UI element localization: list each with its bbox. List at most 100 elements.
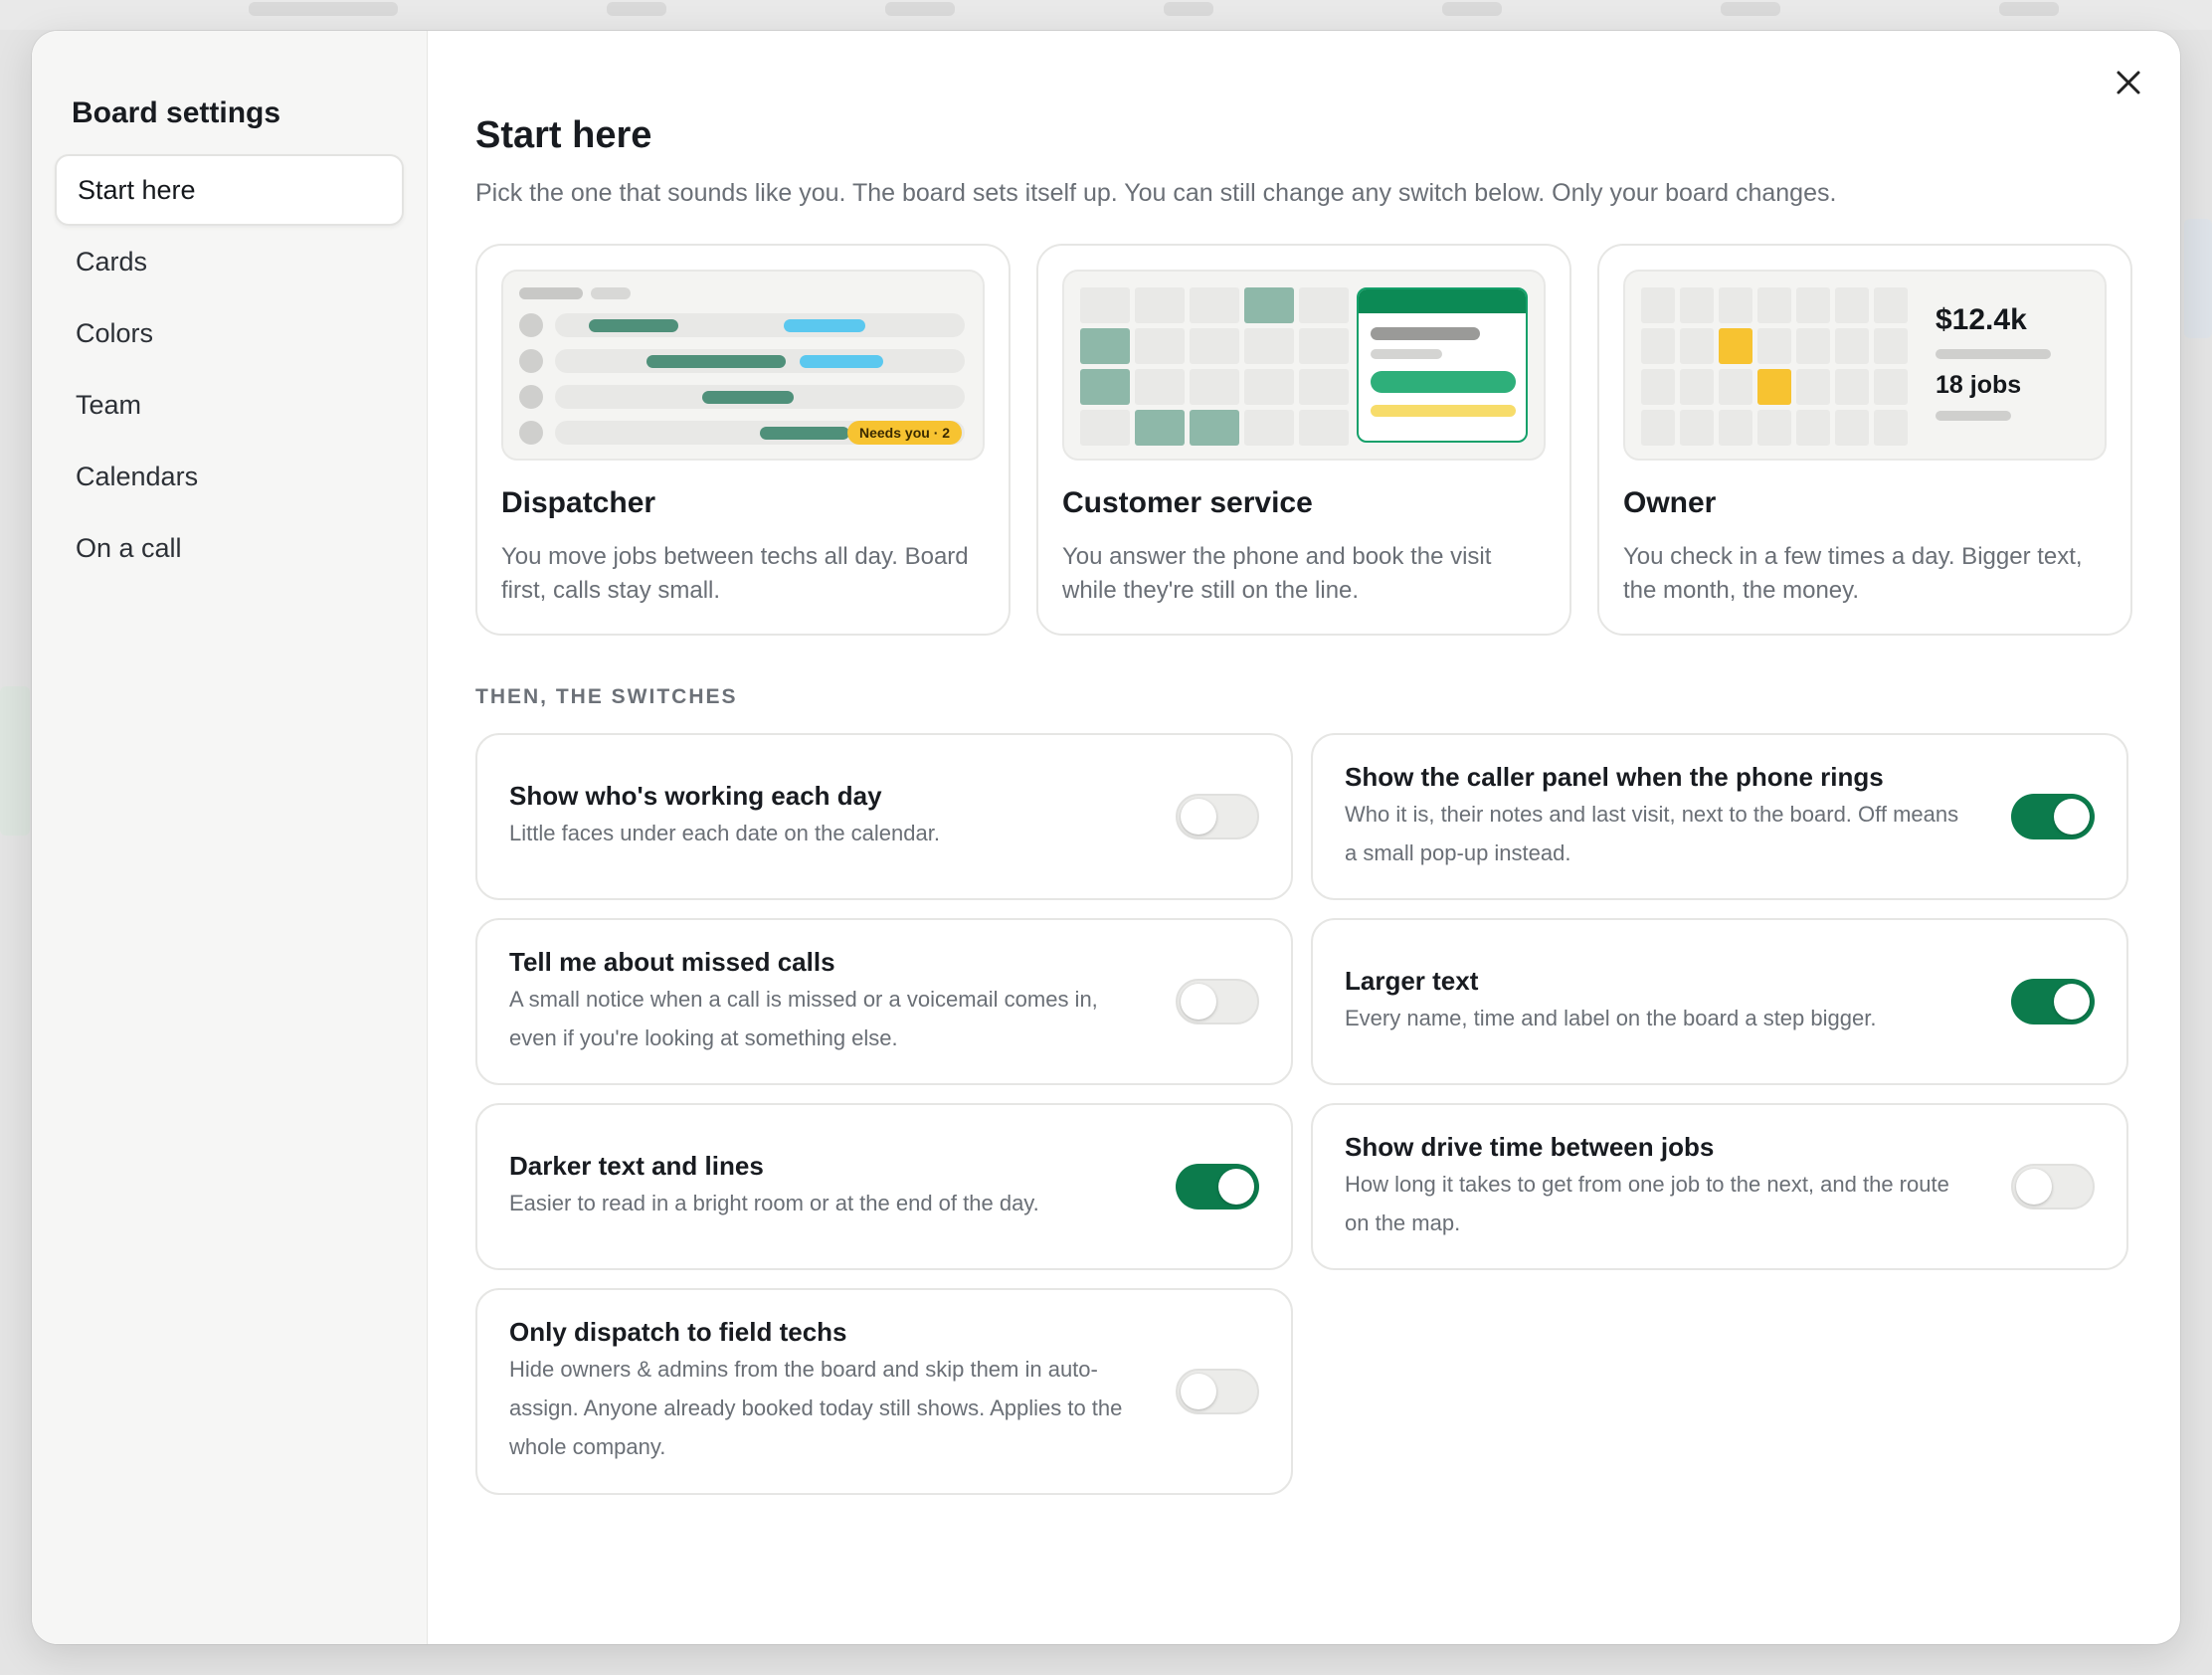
switch-title: Only dispatch to field techs — [509, 1317, 847, 1347]
preview-cell — [1080, 369, 1130, 405]
switch-description: A small notice when a call is missed or … — [509, 986, 1098, 1050]
preview-cell — [1135, 410, 1185, 446]
preview-cell — [1244, 328, 1294, 364]
sidebar-item-calendars[interactable]: Calendars — [55, 441, 404, 512]
caller-panel-toggle[interactable] — [2011, 794, 2095, 839]
persona-options: Needs you · 2 Dispatcher You move jobs b… — [475, 244, 2132, 636]
owner-jobs: 18 jobs — [1936, 371, 2022, 399]
preview-cell — [1757, 410, 1791, 446]
switches-section-label: THEN, THE SWITCHES — [475, 685, 738, 708]
switch-missed-calls: Tell me about missed calls A small notic… — [475, 918, 1293, 1085]
sidebar-item-start-here[interactable]: Start here — [55, 154, 404, 226]
preview-cell — [1244, 369, 1294, 405]
caller-panel-preview — [1357, 287, 1528, 443]
board-settings-modal: Board settings Start here Cards Colors T… — [32, 31, 2180, 1644]
sidebar-item-cards[interactable]: Cards — [55, 226, 404, 297]
switch-description: Every name, time and label on the board … — [1345, 1006, 1877, 1030]
larger-text-toggle[interactable] — [2011, 979, 2095, 1024]
preview-cell — [1135, 328, 1185, 364]
close-icon[interactable] — [2107, 61, 2150, 104]
preview-cell — [1190, 369, 1239, 405]
switch-title: Larger text — [1345, 966, 1479, 996]
persona-name: Dispatcher — [501, 486, 656, 519]
preview-cell — [1190, 287, 1239, 323]
preview-cell — [1641, 328, 1675, 364]
persona-description: You move jobs between techs all day. Boa… — [501, 543, 969, 604]
customer-service-preview — [1062, 270, 1546, 461]
preview-cell — [1719, 410, 1752, 446]
preview-cell — [1874, 410, 1908, 446]
persona-description: You check in a few times a day. Bigger t… — [1623, 543, 2083, 604]
preview-cell — [1796, 410, 1830, 446]
persona-description: You answer the phone and book the visit … — [1062, 543, 1492, 604]
switch-drive-time: Show drive time between jobs How long it… — [1311, 1103, 2128, 1270]
drive-time-toggle[interactable] — [2011, 1164, 2095, 1210]
preview-cell — [1190, 410, 1239, 446]
switch-show-working: Show who's working each day Little faces… — [475, 733, 1293, 900]
persona-name: Owner — [1623, 486, 1717, 519]
preview-cell — [1244, 410, 1294, 446]
preview-cell — [1719, 328, 1752, 364]
settings-sidebar: Board settings Start here Cards Colors T… — [32, 31, 428, 1644]
preview-cell — [1835, 410, 1869, 446]
preview-cell — [1796, 287, 1830, 323]
preview-cell — [1080, 287, 1130, 323]
persona-card-dispatcher[interactable]: Needs you · 2 Dispatcher You move jobs b… — [475, 244, 1011, 636]
preview-cell — [1680, 410, 1714, 446]
switch-description: How long it takes to get from one job to… — [1345, 1171, 1949, 1235]
show-working-toggle[interactable] — [1176, 794, 1259, 839]
sidebar-item-on-a-call[interactable]: On a call — [55, 512, 404, 584]
preview-cell — [1680, 369, 1714, 405]
preview-cell — [1874, 287, 1908, 323]
preview-cell — [1680, 328, 1714, 364]
preview-cell — [1299, 328, 1349, 364]
page-title: Start here — [475, 114, 652, 156]
switch-description: Hide owners & admins from the board and … — [509, 1357, 1123, 1459]
owner-preview: $12.4k 18 jobs — [1623, 270, 2107, 461]
preview-cell — [1641, 287, 1675, 323]
sidebar-item-team[interactable]: Team — [55, 369, 404, 441]
switch-darker-text: Darker text and lines Easier to read in … — [475, 1103, 1293, 1270]
preview-cell — [1190, 328, 1239, 364]
settings-main: Start here Pick the one that sounds like… — [428, 31, 2180, 1644]
switch-title: Show who's working each day — [509, 781, 882, 811]
switch-description: Easier to read in a bright room or at th… — [509, 1191, 1039, 1215]
preview-cell — [1874, 328, 1908, 364]
preview-cell — [1835, 328, 1869, 364]
switch-title: Show the caller panel when the phone rin… — [1345, 761, 1884, 792]
preview-cell — [1719, 287, 1752, 323]
preview-cell — [1680, 287, 1714, 323]
preview-cell — [1757, 369, 1791, 405]
preview-cell — [1135, 369, 1185, 405]
owner-amount: $12.4k — [1936, 303, 2027, 336]
missed-calls-toggle[interactable] — [1176, 979, 1259, 1024]
preview-cell — [1641, 410, 1675, 446]
preview-cell — [1244, 287, 1294, 323]
preview-cell — [1135, 287, 1185, 323]
switch-title: Darker text and lines — [509, 1151, 764, 1181]
persona-card-customer-service[interactable]: Customer service You answer the phone an… — [1036, 244, 1571, 636]
preview-cell — [1835, 369, 1869, 405]
darker-text-toggle[interactable] — [1176, 1164, 1259, 1210]
switches-grid: Show who's working each day Little faces… — [475, 733, 2132, 1495]
persona-name: Customer service — [1062, 486, 1313, 519]
preview-cell — [1299, 410, 1349, 446]
persona-card-owner[interactable]: $12.4k 18 jobs Owner You check in a few … — [1597, 244, 2132, 636]
field-techs-toggle[interactable] — [1176, 1369, 1259, 1414]
preview-cell — [1719, 369, 1752, 405]
needs-you-badge: Needs you · 2 — [847, 421, 963, 445]
switch-title: Show drive time between jobs — [1345, 1131, 1715, 1162]
switch-description: Little faces under each date on the cale… — [509, 821, 940, 845]
preview-cell — [1835, 287, 1869, 323]
preview-cell — [1874, 369, 1908, 405]
switch-title: Tell me about missed calls — [509, 946, 835, 977]
switch-caller-panel: Show the caller panel when the phone rin… — [1311, 733, 2128, 900]
page-subtitle: Pick the one that sounds like you. The b… — [475, 179, 1837, 207]
preview-cell — [1796, 369, 1830, 405]
preview-cell — [1299, 369, 1349, 405]
sidebar-item-colors[interactable]: Colors — [55, 297, 404, 369]
switch-field-techs: Only dispatch to field techs Hide owners… — [475, 1288, 1293, 1495]
preview-cell — [1757, 328, 1791, 364]
preview-cell — [1299, 287, 1349, 323]
sidebar-title: Board settings — [72, 96, 281, 129]
